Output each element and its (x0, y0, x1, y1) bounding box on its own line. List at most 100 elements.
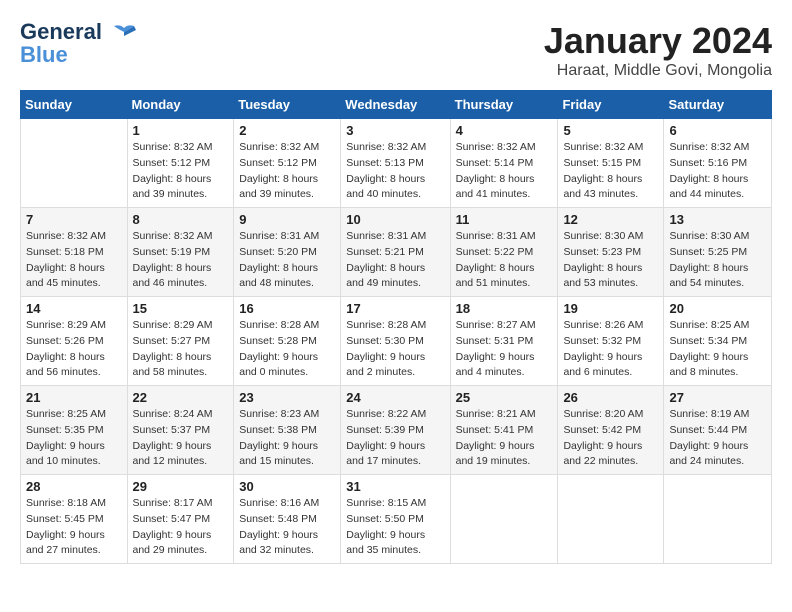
day-number: 9 (239, 212, 335, 227)
day-number: 22 (133, 390, 229, 405)
calendar-cell: 23 Sunrise: 8:23 AMSunset: 5:38 PMDayligh… (234, 386, 341, 475)
day-number: 24 (346, 390, 444, 405)
day-detail: Sunrise: 8:18 AMSunset: 5:45 PMDaylight:… (26, 496, 122, 559)
logo-blue-text: Blue (20, 42, 68, 68)
calendar-cell: 10 Sunrise: 8:31 AMSunset: 5:21 PMDayligh… (341, 208, 450, 297)
day-number: 6 (669, 123, 766, 138)
calendar-cell: 16 Sunrise: 8:28 AMSunset: 5:28 PMDayligh… (234, 297, 341, 386)
calendar-cell: 1Sunrise: 8:32 AMSunset: 5:12 PMDaylight… (127, 119, 234, 208)
calendar-cell (558, 475, 664, 564)
day-detail: Sunrise: 8:32 AMSunset: 5:19 PMDaylight:… (133, 229, 229, 292)
calendar-cell: 29 Sunrise: 8:17 AMSunset: 5:47 PMDayligh… (127, 475, 234, 564)
calendar-cell: 24 Sunrise: 8:22 AMSunset: 5:39 PMDayligh… (341, 386, 450, 475)
day-detail: Sunrise: 8:24 AMSunset: 5:37 PMDaylight:… (133, 407, 229, 470)
calendar-cell: 12 Sunrise: 8:30 AMSunset: 5:23 PMDayligh… (558, 208, 664, 297)
calendar-cell: 2Sunrise: 8:32 AMSunset: 5:12 PMDaylight… (234, 119, 341, 208)
day-detail: Sunrise: 8:17 AMSunset: 5:47 PMDaylight:… (133, 496, 229, 559)
day-detail: Sunrise: 8:32 AMSunset: 5:13 PMDaylight:… (346, 140, 444, 203)
day-detail: Sunrise: 8:32 AMSunset: 5:12 PMDaylight:… (239, 140, 335, 203)
day-detail: Sunrise: 8:29 AMSunset: 5:26 PMDaylight:… (26, 318, 122, 381)
calendar-cell: 22 Sunrise: 8:24 AMSunset: 5:37 PMDayligh… (127, 386, 234, 475)
day-number: 25 (456, 390, 553, 405)
day-number: 16 (239, 301, 335, 316)
day-number: 28 (26, 479, 122, 494)
day-number: 10 (346, 212, 444, 227)
day-number: 19 (563, 301, 658, 316)
day-number: 20 (669, 301, 766, 316)
header: General Blue January 2024 Haraat, Middle… (20, 20, 772, 80)
day-detail: Sunrise: 8:28 AMSunset: 5:30 PMDaylight:… (346, 318, 444, 381)
calendar-cell: 14 Sunrise: 8:29 AMSunset: 5:26 PMDayligh… (21, 297, 128, 386)
day-detail: Sunrise: 8:25 AMSunset: 5:34 PMDaylight:… (669, 318, 766, 381)
day-detail: Sunrise: 8:22 AMSunset: 5:39 PMDaylight:… (346, 407, 444, 470)
day-number: 26 (563, 390, 658, 405)
day-detail: Sunrise: 8:20 AMSunset: 5:42 PMDaylight:… (563, 407, 658, 470)
calendar-body: 1Sunrise: 8:32 AMSunset: 5:12 PMDaylight… (21, 119, 772, 564)
calendar-cell: 11Sunrise: 8:31 AMSunset: 5:22 PMDayligh… (450, 208, 558, 297)
day-detail: Sunrise: 8:25 AMSunset: 5:35 PMDaylight:… (26, 407, 122, 470)
day-detail: Sunrise: 8:29 AMSunset: 5:27 PMDaylight:… (133, 318, 229, 381)
week-row-2: 7Sunrise: 8:32 AMSunset: 5:18 PMDaylight… (21, 208, 772, 297)
week-row-5: 28 Sunrise: 8:18 AMSunset: 5:45 PMDayligh… (21, 475, 772, 564)
day-number: 15 (133, 301, 229, 316)
calendar-cell: 27 Sunrise: 8:19 AMSunset: 5:44 PMDayligh… (664, 386, 772, 475)
day-number: 4 (456, 123, 553, 138)
week-row-1: 1Sunrise: 8:32 AMSunset: 5:12 PMDaylight… (21, 119, 772, 208)
calendar-cell: 15 Sunrise: 8:29 AMSunset: 5:27 PMDayligh… (127, 297, 234, 386)
weekday-header-tuesday: Tuesday (234, 91, 341, 119)
day-detail: Sunrise: 8:27 AMSunset: 5:31 PMDaylight:… (456, 318, 553, 381)
calendar-cell: 21 Sunrise: 8:25 AMSunset: 5:35 PMDayligh… (21, 386, 128, 475)
day-detail: Sunrise: 8:31 AMSunset: 5:20 PMDaylight:… (239, 229, 335, 292)
day-detail: Sunrise: 8:28 AMSunset: 5:28 PMDaylight:… (239, 318, 335, 381)
calendar-cell: 3 Sunrise: 8:32 AMSunset: 5:13 PMDaylight… (341, 119, 450, 208)
day-detail: Sunrise: 8:30 AMSunset: 5:25 PMDaylight:… (669, 229, 766, 292)
day-detail: Sunrise: 8:32 AMSunset: 5:16 PMDaylight:… (669, 140, 766, 203)
day-detail: Sunrise: 8:31 AMSunset: 5:21 PMDaylight:… (346, 229, 444, 292)
weekday-header-wednesday: Wednesday (341, 91, 450, 119)
calendar-header: SundayMondayTuesdayWednesdayThursdayFrid… (21, 91, 772, 119)
day-number: 30 (239, 479, 335, 494)
logo-bird-icon (110, 24, 138, 42)
day-number: 14 (26, 301, 122, 316)
calendar-cell: 4Sunrise: 8:32 AMSunset: 5:14 PMDaylight… (450, 119, 558, 208)
weekday-header-monday: Monday (127, 91, 234, 119)
day-detail: Sunrise: 8:32 AMSunset: 5:12 PMDaylight:… (133, 140, 229, 203)
calendar-cell (664, 475, 772, 564)
logo-text: General (20, 20, 138, 44)
calendar-cell: 9 Sunrise: 8:31 AMSunset: 5:20 PMDaylight… (234, 208, 341, 297)
day-detail: Sunrise: 8:32 AMSunset: 5:18 PMDaylight:… (26, 229, 122, 292)
day-number: 12 (563, 212, 658, 227)
calendar-cell: 8 Sunrise: 8:32 AMSunset: 5:19 PMDaylight… (127, 208, 234, 297)
calendar-cell (450, 475, 558, 564)
day-number: 3 (346, 123, 444, 138)
day-number: 31 (346, 479, 444, 494)
day-number: 23 (239, 390, 335, 405)
logo: General Blue (20, 20, 138, 68)
day-number: 18 (456, 301, 553, 316)
weekday-header-row: SundayMondayTuesdayWednesdayThursdayFrid… (21, 91, 772, 119)
day-detail: Sunrise: 8:15 AMSunset: 5:50 PMDaylight:… (346, 496, 444, 559)
day-number: 13 (669, 212, 766, 227)
day-detail: Sunrise: 8:30 AMSunset: 5:23 PMDaylight:… (563, 229, 658, 292)
week-row-4: 21 Sunrise: 8:25 AMSunset: 5:35 PMDayligh… (21, 386, 772, 475)
week-row-3: 14 Sunrise: 8:29 AMSunset: 5:26 PMDayligh… (21, 297, 772, 386)
day-detail: Sunrise: 8:23 AMSunset: 5:38 PMDaylight:… (239, 407, 335, 470)
weekday-header-sunday: Sunday (21, 91, 128, 119)
day-number: 17 (346, 301, 444, 316)
day-number: 27 (669, 390, 766, 405)
day-number: 21 (26, 390, 122, 405)
calendar-cell: 31 Sunrise: 8:15 AMSunset: 5:50 PMDayligh… (341, 475, 450, 564)
weekday-header-friday: Friday (558, 91, 664, 119)
day-detail: Sunrise: 8:26 AMSunset: 5:32 PMDaylight:… (563, 318, 658, 381)
calendar-cell: 25Sunrise: 8:21 AMSunset: 5:41 PMDayligh… (450, 386, 558, 475)
day-number: 5 (563, 123, 658, 138)
day-number: 8 (133, 212, 229, 227)
calendar-cell: 20 Sunrise: 8:25 AMSunset: 5:34 PMDayligh… (664, 297, 772, 386)
day-detail: Sunrise: 8:19 AMSunset: 5:44 PMDaylight:… (669, 407, 766, 470)
day-number: 29 (133, 479, 229, 494)
calendar-cell: 5 Sunrise: 8:32 AMSunset: 5:15 PMDaylight… (558, 119, 664, 208)
calendar-title: January 2024 (544, 20, 772, 62)
weekday-header-saturday: Saturday (664, 91, 772, 119)
day-detail: Sunrise: 8:32 AMSunset: 5:15 PMDaylight:… (563, 140, 658, 203)
calendar-cell (21, 119, 128, 208)
